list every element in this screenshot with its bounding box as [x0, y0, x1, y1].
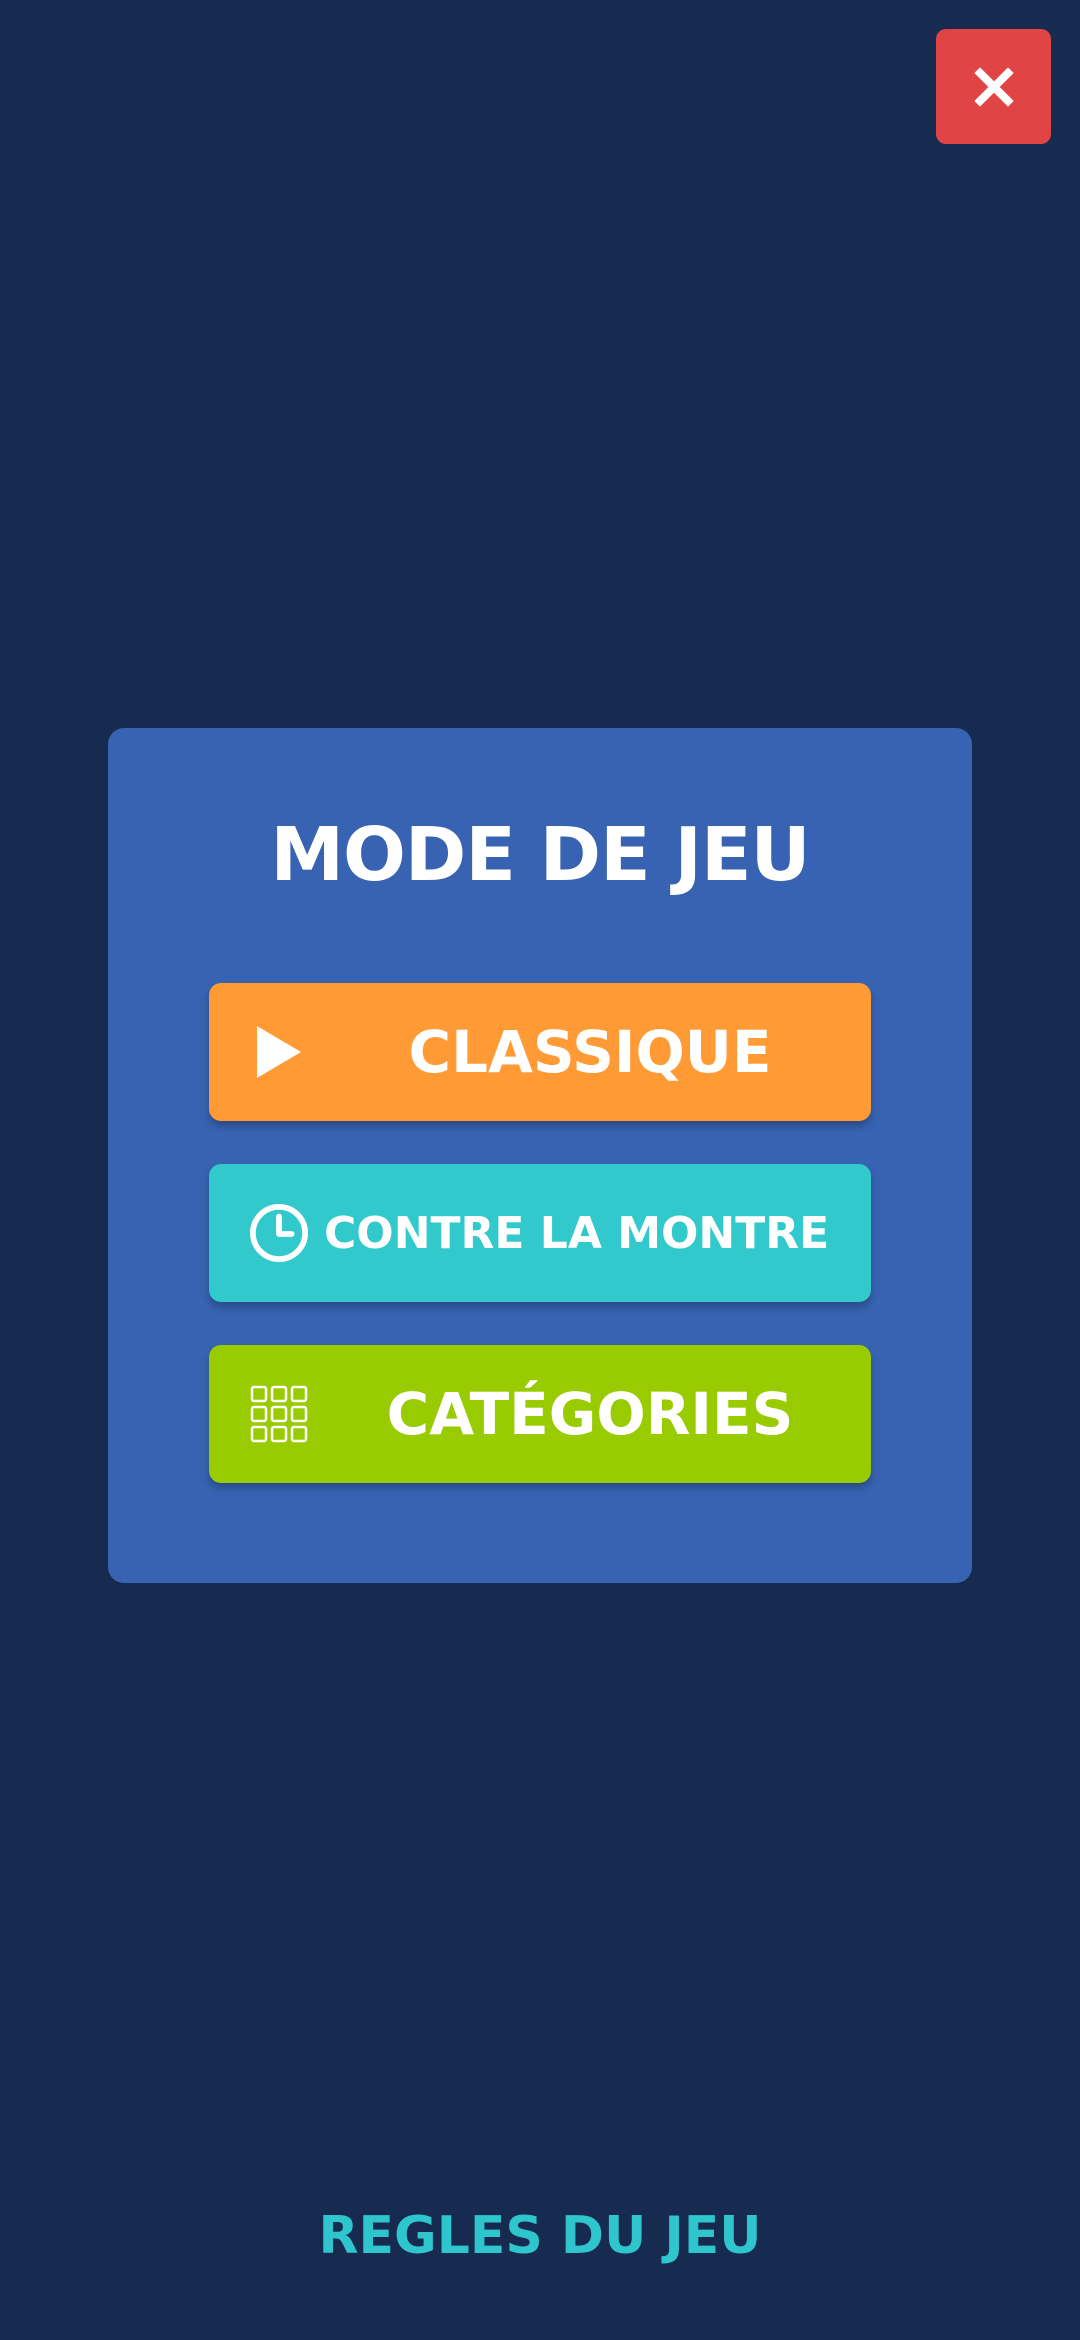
categories-label: CATÉGORIES: [386, 1380, 794, 1448]
game-mode-panel: MODE DE JEU CLASSIQUE CONTRE LA MONTRE C…: [108, 728, 972, 1583]
clock-icon: [249, 1203, 309, 1263]
play-icon: [249, 1022, 309, 1082]
classique-button[interactable]: CLASSIQUE: [209, 983, 871, 1121]
close-button[interactable]: [936, 29, 1051, 144]
grid-icon: [249, 1384, 309, 1444]
classique-label: CLASSIQUE: [408, 1018, 772, 1086]
close-icon: [973, 66, 1014, 107]
contre-la-montre-button[interactable]: CONTRE LA MONTRE: [209, 1164, 871, 1302]
categories-button[interactable]: CATÉGORIES: [209, 1345, 871, 1483]
rules-link[interactable]: REGLES DU JEU: [0, 2210, 1080, 2262]
panel-title: MODE DE JEU: [270, 812, 810, 898]
contre-la-montre-label: CONTRE LA MONTRE: [324, 1207, 830, 1259]
